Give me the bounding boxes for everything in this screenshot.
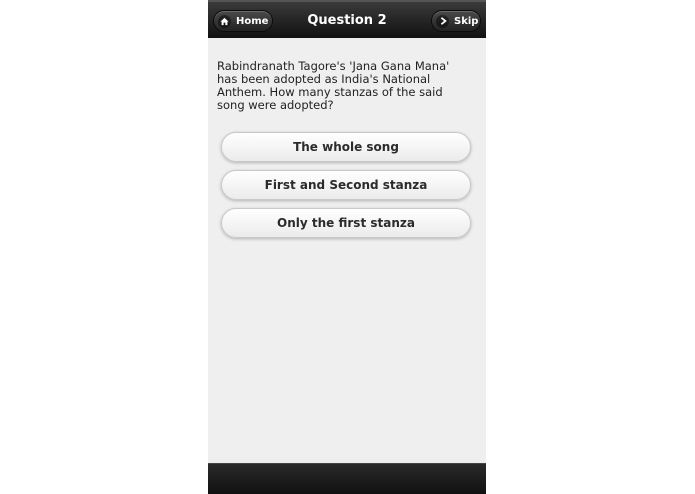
question-text: Rabindranath Tagore's 'Jana Gana Mana' h… [217, 59, 450, 112]
home-button[interactable]: Home [213, 10, 273, 32]
app-screen: Home Question 2 Skip Rabindranath Tagore… [208, 0, 486, 494]
answer-option-3[interactable]: Only the first stanza [221, 208, 471, 238]
answer-option-2[interactable]: First and Second stanza [221, 170, 471, 200]
answer-option-1[interactable]: The whole song [221, 132, 471, 162]
skip-button[interactable]: Skip [431, 10, 481, 32]
skip-button-label: Skip [454, 15, 479, 27]
header-bar: Home Question 2 Skip [208, 0, 486, 38]
chevron-right-icon [436, 14, 449, 28]
home-button-label: Home [236, 15, 269, 27]
home-icon [218, 14, 231, 28]
page-title: Question 2 [307, 13, 387, 28]
footer-bar [208, 463, 486, 494]
